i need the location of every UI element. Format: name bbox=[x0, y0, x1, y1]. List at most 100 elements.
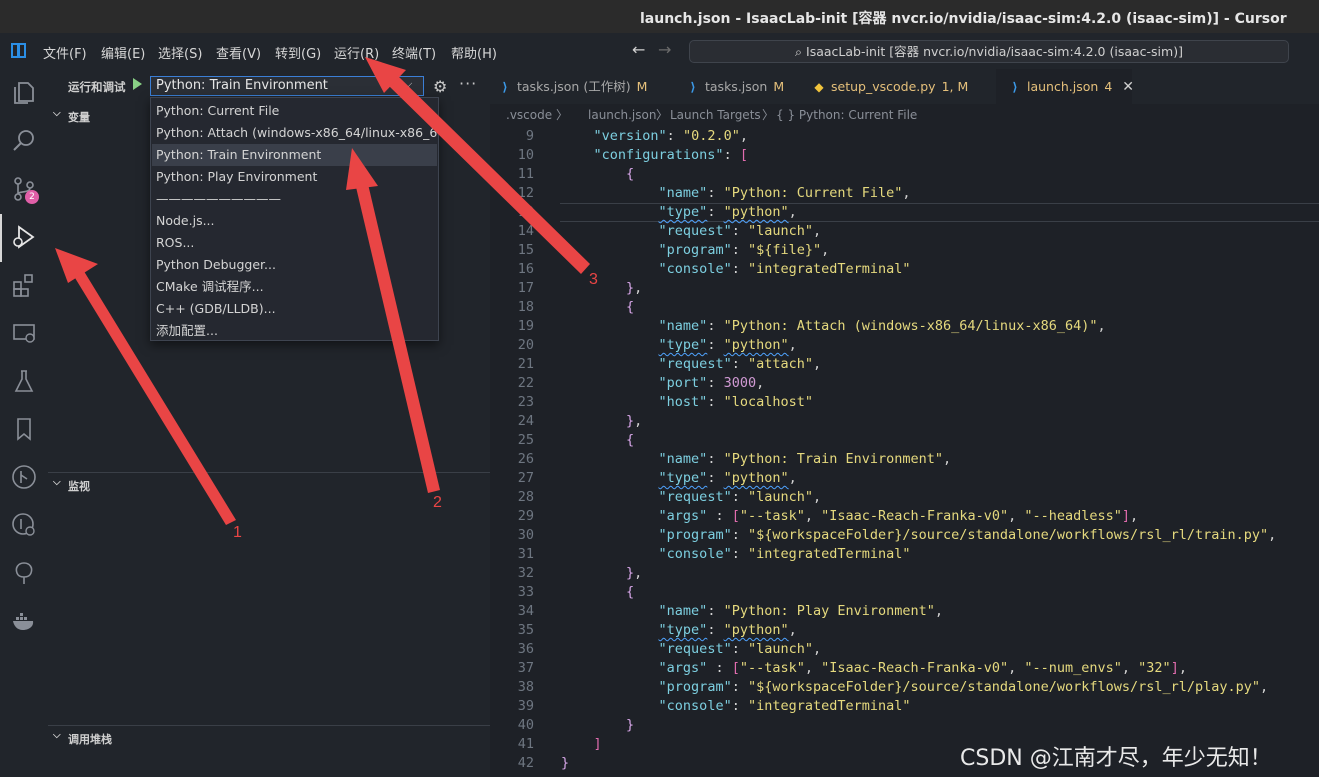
line-number: 34 bbox=[517, 603, 534, 619]
code-editor[interactable]: 9 "version": "0.2.0", 10 "configurations"… bbox=[490, 126, 1319, 777]
command-center[interactable]: ⌕ IsaacLab-init [容器 nvcr.io/nvidia/isaac… bbox=[689, 40, 1289, 63]
line-number: 35 bbox=[517, 622, 534, 638]
menu-selection[interactable]: 选择(S) bbox=[158, 43, 202, 62]
divider bbox=[48, 472, 490, 473]
line-number: 40 bbox=[517, 717, 534, 733]
docker-icon[interactable] bbox=[10, 607, 38, 635]
menu-bar: 文件(F) 编辑(E) 选择(S) 查看(V) 转到(G) 运行(R) 终端(T… bbox=[0, 33, 1319, 69]
annotation-number-2: 2 bbox=[433, 494, 442, 511]
code-line: "type": "python", bbox=[658, 204, 797, 220]
dropdown-item[interactable]: Node.js... bbox=[152, 210, 437, 232]
code-line: ] bbox=[593, 736, 602, 752]
line-number: 38 bbox=[517, 679, 534, 695]
line-number: 37 bbox=[517, 660, 534, 676]
code-line: "configurations": [ bbox=[593, 147, 748, 163]
menu-help[interactable]: 帮助(H) bbox=[451, 43, 497, 62]
search-icon[interactable] bbox=[10, 127, 38, 155]
close-icon[interactable]: ✕ bbox=[1122, 79, 1134, 95]
tab-label: launch.json bbox=[1027, 79, 1099, 94]
run-debug-icon[interactable] bbox=[10, 223, 38, 251]
bookmarks-icon[interactable] bbox=[10, 415, 38, 443]
dropdown-item[interactable]: Python: Attach (windows-x86_64/linux-x86… bbox=[152, 122, 437, 144]
code-line: "args" : ["--task", "Isaac-Reach-Franka-… bbox=[658, 508, 1139, 524]
tab-tasks-json[interactable]: ⟩ tasks.json M bbox=[686, 69, 804, 104]
code-line: "request": "launch", bbox=[658, 641, 822, 657]
testing-icon[interactable] bbox=[10, 367, 38, 395]
line-number: 30 bbox=[517, 527, 534, 543]
watermark: CSDN @江南才尽，年少无知！ bbox=[960, 746, 1272, 771]
dropdown-item[interactable]: C++ (GDB/LLDB)... bbox=[152, 298, 437, 320]
debug-config-select[interactable]: Python: Train Environment bbox=[150, 76, 424, 96]
code-line: "console": "integratedTerminal" bbox=[658, 698, 911, 714]
code-line: "console": "integratedTerminal" bbox=[658, 546, 911, 562]
line-number: 21 bbox=[517, 356, 534, 372]
breadcrumb-item[interactable]: .vscode bbox=[506, 104, 552, 126]
line-number: 20 bbox=[517, 337, 534, 353]
line-number: 25 bbox=[517, 432, 534, 448]
forward-arrow-icon[interactable]: → bbox=[658, 40, 671, 59]
menu-run[interactable]: 运行(R) bbox=[334, 43, 379, 62]
line-number: 28 bbox=[517, 489, 534, 505]
code-line: "host": "localhost" bbox=[658, 394, 813, 410]
debug-config-dropdown: Python: Current File Python: Attach (wind… bbox=[150, 97, 439, 341]
breadcrumb-item[interactable]: launch.json bbox=[588, 104, 656, 126]
editor-tab-bar: ⟩ tasks.json (工作树) M ⟩ tasks.json M ◆ setup_v… bbox=[490, 69, 1319, 104]
dropdown-item[interactable]: Python: Train Environment bbox=[152, 144, 437, 166]
line-number: 23 bbox=[517, 394, 534, 410]
chevron-down-icon[interactable]: ⌵ bbox=[404, 77, 412, 91]
breadcrumb-item[interactable]: Launch Targets bbox=[670, 104, 761, 126]
explorer-icon[interactable] bbox=[10, 79, 38, 107]
dropdown-item[interactable]: CMake 调试程序... bbox=[152, 276, 437, 298]
tab-modified-mark: M bbox=[773, 79, 785, 94]
code-line: "program": "${workspaceFolder}/source/st… bbox=[658, 527, 1277, 543]
tab-tasks-json-worktree[interactable]: ⟩ tasks.json (工作树) M bbox=[498, 69, 678, 104]
gear-icon[interactable]: ⚙ bbox=[433, 77, 447, 96]
dropdown-item[interactable]: Python: Current File bbox=[152, 100, 437, 122]
more-actions-icon[interactable]: ··· bbox=[459, 74, 477, 93]
code-line: }, bbox=[626, 565, 643, 581]
breadcrumb-item[interactable]: { } Python: Current File bbox=[776, 104, 917, 126]
start-debugging-button[interactable] bbox=[133, 78, 142, 90]
dropdown-item[interactable]: Python Debugger... bbox=[152, 254, 437, 276]
menu-file[interactable]: 文件(F) bbox=[43, 43, 87, 62]
dropdown-item[interactable]: Python: Play Environment bbox=[152, 166, 437, 188]
extensions-icon[interactable] bbox=[10, 271, 38, 299]
git-graph-icon[interactable] bbox=[10, 463, 38, 491]
code-line: "name": "Python: Attach (windows-x86_64/… bbox=[658, 318, 1106, 334]
line-number: 12 bbox=[517, 185, 534, 201]
tab-setup-vscode-py[interactable]: ◆ setup_vscode.py 1, M bbox=[812, 69, 982, 104]
dropdown-item[interactable]: 添加配置... bbox=[152, 320, 437, 342]
code-line: "name": "Python: Current File", bbox=[658, 185, 911, 201]
code-line: } bbox=[626, 717, 635, 733]
tab-launch-json[interactable]: ⟩ launch.json 4 ✕ bbox=[996, 69, 1134, 104]
line-number: 32 bbox=[517, 565, 534, 581]
annotation-number-1: 1 bbox=[233, 524, 242, 541]
tree-icon[interactable] bbox=[10, 559, 38, 587]
call-stack-section-header[interactable]: ⌵ 调用堆栈 bbox=[48, 727, 490, 749]
code-line: "type": "python", bbox=[658, 470, 797, 486]
line-number: 10 bbox=[517, 147, 534, 163]
tab-label: setup_vscode.py bbox=[831, 79, 936, 94]
line-number: 29 bbox=[517, 508, 534, 524]
back-arrow-icon[interactable]: ← bbox=[632, 40, 645, 59]
line-number: 41 bbox=[517, 736, 534, 752]
menu-terminal[interactable]: 终端(T) bbox=[392, 43, 436, 62]
watch-section-header[interactable]: ⌵ 监视 bbox=[48, 474, 490, 496]
line-number: 19 bbox=[517, 318, 534, 334]
code-line: } bbox=[561, 755, 570, 771]
code-line: "port": 3000, bbox=[658, 375, 765, 391]
menu-go[interactable]: 转到(G) bbox=[275, 43, 321, 62]
sidebar-title: 运行和调试 bbox=[68, 80, 126, 94]
menu-view[interactable]: 查看(V) bbox=[216, 43, 261, 62]
code-line: { bbox=[626, 584, 635, 600]
divider bbox=[48, 725, 490, 726]
dropdown-item[interactable]: ROS... bbox=[152, 232, 437, 254]
menu-edit[interactable]: 编辑(E) bbox=[101, 43, 145, 62]
remote-explorer-icon[interactable] bbox=[10, 319, 38, 347]
code-line: "console": "integratedTerminal" bbox=[658, 261, 911, 277]
vscode-icon: ⟩ bbox=[690, 80, 696, 94]
timeline-icon[interactable] bbox=[10, 511, 38, 539]
chevron-right-icon: 〉 bbox=[762, 108, 775, 122]
window-title: launch.json - IsaacLab-init [容器 nvcr.io/… bbox=[640, 11, 1287, 27]
code-line: "type": "python", bbox=[658, 337, 797, 353]
